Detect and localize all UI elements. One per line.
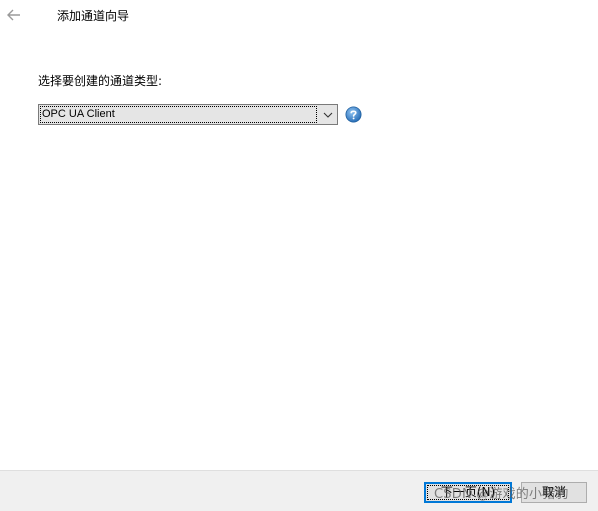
back-arrow-icon <box>7 9 20 21</box>
next-page-focus-rect <box>427 485 509 500</box>
help-question-icon[interactable] <box>345 106 362 123</box>
channel-type-selected-value: OPC UA Client <box>40 106 317 123</box>
cancel-label: 取消 <box>541 485 566 499</box>
cancel-button[interactable]: 取消 <box>521 482 587 503</box>
channel-type-prompt: 选择要创建的通道类型: <box>38 74 163 88</box>
chevron-down-icon <box>320 108 335 121</box>
back-button[interactable] <box>4 5 24 25</box>
wizard-header: 添加通道向导 <box>0 0 598 32</box>
wizard-title: 添加通道向导 <box>57 9 130 23</box>
channel-type-select[interactable]: OPC UA Client <box>38 104 338 125</box>
add-channel-wizard-window: 添加通道向导 选择要创建的通道类型: OPC UA Client 下一页(N) … <box>0 0 598 511</box>
next-page-button[interactable]: 下一页(N) <box>424 482 512 503</box>
wizard-footer: 下一页(N) 取消 <box>0 470 598 511</box>
